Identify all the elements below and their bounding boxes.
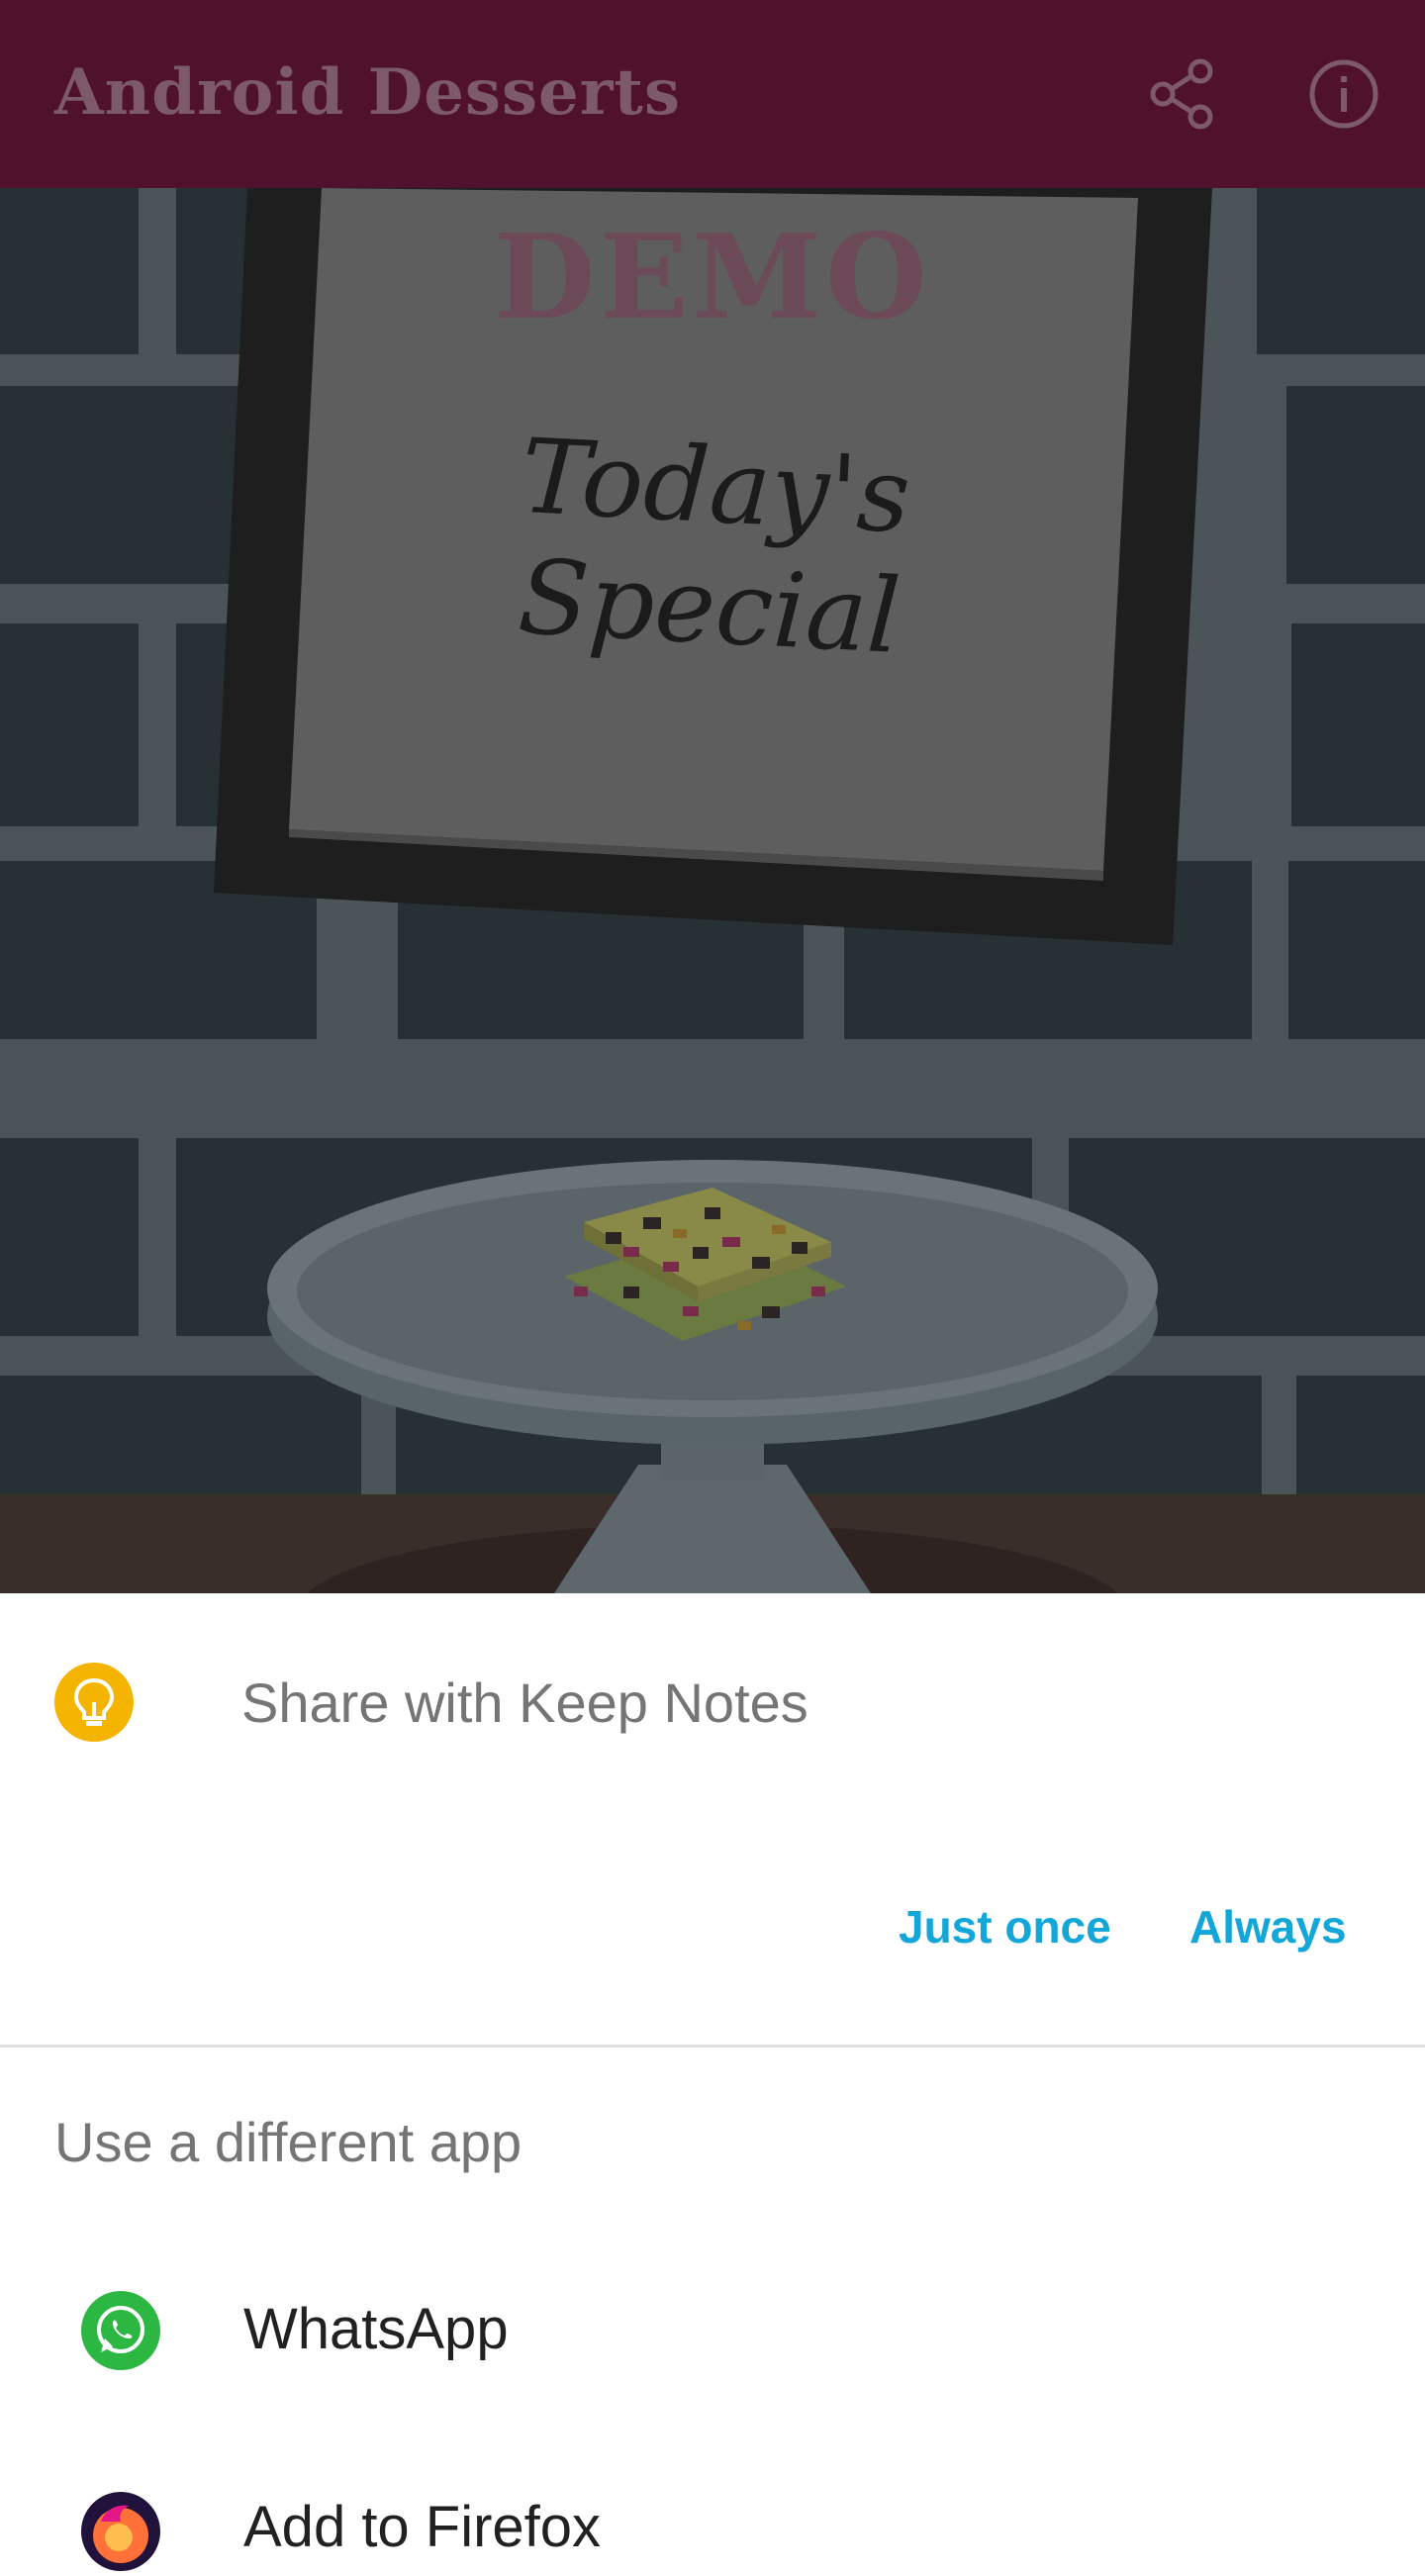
app-label-whatsapp: WhatsApp	[243, 2297, 509, 2361]
keep-notes-icon	[54, 1663, 134, 1742]
app-option-whatsapp[interactable]: WhatsApp	[0, 2207, 1425, 2375]
always-button[interactable]: Always	[1189, 1900, 1347, 1954]
scene-illustration	[0, 188, 1425, 1593]
share-with-title: Share with Keep Notes	[241, 1671, 808, 1734]
divider	[0, 2045, 1425, 2048]
firefox-icon	[81, 2492, 160, 2571]
app-option-firefox[interactable]: Add to Firefox	[0, 2395, 1425, 2571]
todays-special-sign: Today's Special	[515, 415, 913, 677]
app-bar: Android Desserts	[0, 0, 1425, 188]
share-icon[interactable]	[1143, 54, 1222, 134]
share-sheet: Share with Keep Notes Just once Always U…	[0, 1593, 1425, 2571]
demo-watermark: DEMO	[494, 208, 931, 345]
different-app-header: Use a different app	[54, 2111, 522, 2173]
app-label-firefox: Add to Firefox	[243, 2495, 602, 2559]
dessert-scene: DEMO Today's Special	[0, 188, 1425, 1593]
just-once-button[interactable]: Just once	[899, 1900, 1111, 1954]
info-icon[interactable]	[1304, 54, 1383, 134]
whatsapp-icon	[81, 2291, 160, 2370]
app-title: Android Desserts	[54, 55, 681, 130]
